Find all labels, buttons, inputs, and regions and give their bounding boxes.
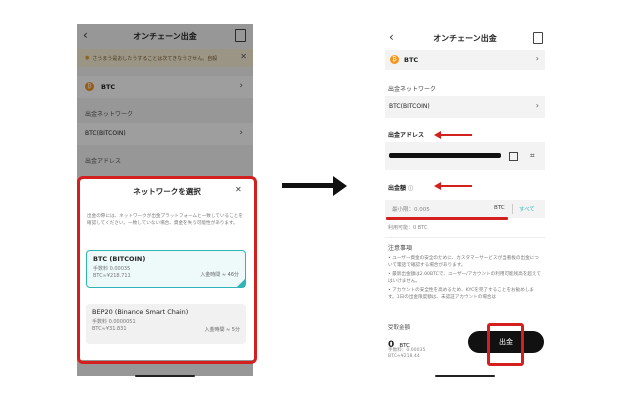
flow-arrow-shaft — [282, 183, 334, 188]
home-indicator — [435, 375, 495, 377]
receive-fee-value: BTC≈¥218.44 — [388, 354, 420, 359]
amount-input[interactable]: 最小限：0.005 BTC すべて — [385, 200, 545, 218]
highlight-box-submit — [487, 323, 524, 366]
receive-label: 受取金額 — [388, 325, 411, 331]
address-input[interactable]: ⌗ — [385, 142, 545, 170]
annotation-arrow-address — [434, 131, 472, 139]
network-selector[interactable]: BTC(BITCOIN) › — [385, 96, 545, 118]
address-redacted-scribble — [389, 153, 501, 158]
amount-placeholder: 最小限：0.005 — [392, 207, 430, 213]
annotation-arrow-amount — [434, 182, 472, 190]
scan-icon[interactable]: ⌗ — [530, 151, 535, 161]
network-label: 出金ネットワーク — [388, 86, 437, 93]
network-value: BTC(BITCOIN) — [389, 103, 430, 110]
amount-label-text: 出金額 — [388, 185, 407, 192]
address-label: 出金アドレス — [388, 132, 425, 139]
highlight-box-modal — [77, 176, 257, 364]
note-item: • 最新出金額は2.00BTCで、ユーザー/アカウントの利用可能残高を超えてはい… — [388, 272, 541, 284]
notes-list: • ユーザー資金の安全のために、カスタマーサービスが当看板の出金について電話で確… — [388, 256, 542, 301]
note-item: • アカウントの安全性を高めるため、KYCを完了することをお勧めします。1日の出… — [388, 288, 535, 300]
chevron-right-icon: › — [535, 101, 539, 110]
section-divider — [385, 237, 545, 238]
available-balance: 利用可能：0 BTC — [388, 225, 428, 231]
amount-unit: BTC — [494, 205, 505, 211]
divider — [512, 204, 513, 214]
amount-underline-highlight — [386, 217, 508, 220]
history-icon[interactable] — [533, 32, 543, 44]
coin-label: BTC — [404, 56, 419, 64]
chevron-right-icon: › — [535, 54, 539, 63]
notes-title: 注意事項 — [388, 245, 413, 252]
amount-label: 出金額 ⓘ — [388, 183, 413, 192]
flow-arrow-icon — [333, 176, 347, 196]
info-icon: ⓘ — [408, 186, 414, 192]
max-all-button[interactable]: すべて — [519, 205, 535, 213]
coin-selector[interactable]: ₿ BTC › — [385, 50, 545, 70]
home-indicator — [135, 375, 195, 377]
btc-coin-icon: ₿ — [390, 55, 399, 64]
note-item: • ユーザー資金の安全のために、カスタマーサービスが当看板の出金について電話で確… — [388, 256, 539, 268]
right-header-title: オンチェーン出金 — [433, 34, 497, 43]
address-book-icon[interactable] — [509, 152, 518, 161]
receive-fee: 手数料：0.00035 — [388, 348, 426, 353]
